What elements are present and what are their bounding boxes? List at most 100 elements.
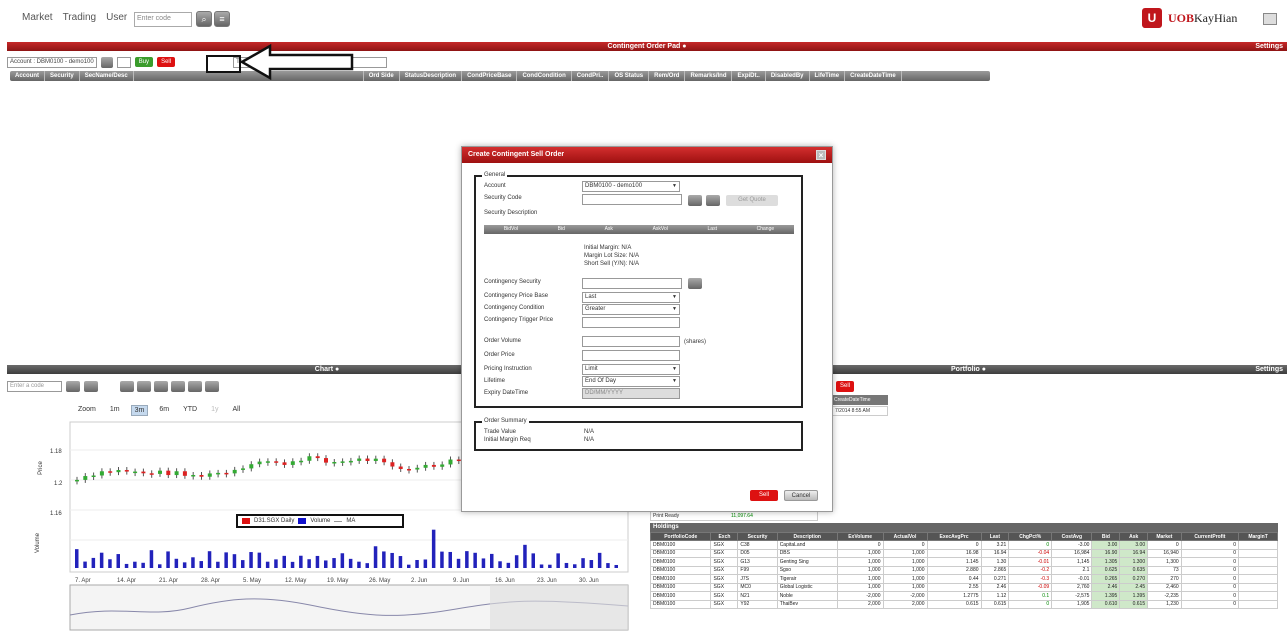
holdings-col-11[interactable]: Ask (1119, 532, 1149, 541)
portfolio-sell-button[interactable]: Sell (836, 381, 855, 392)
holdings-col-4[interactable]: ExVolume (836, 532, 884, 541)
menu-user[interactable]: User (106, 12, 127, 23)
holdings-col-0[interactable]: PortfolioCode (649, 532, 712, 541)
col-ord-side[interactable]: Ord Side (364, 71, 400, 81)
table-row[interactable]: DBM0100 SGX Y92 ThaiBev 2,000 2,000 0.615 0.615… (649, 599, 1278, 609)
chart-tool-1-icon[interactable] (120, 381, 134, 392)
condition-select[interactable]: Greater (582, 304, 680, 315)
zoom-1m[interactable]: 1m (107, 405, 123, 416)
holdings-col-6[interactable]: ExecAvgPrc (926, 532, 982, 541)
navigator-window[interactable] (490, 585, 628, 630)
settings-link[interactable]: Settings (1255, 42, 1283, 51)
annotation-arrow-icon (240, 44, 354, 80)
table-row[interactable]: DBM0100 SGX C38 CapitaLand 0 0 0 3.21 0 -3.00 3.00… (649, 540, 1278, 550)
table-cell: 1,145 (1051, 557, 1093, 567)
sell-button[interactable]: Sell (157, 57, 176, 67)
table-row[interactable]: DBM0100 SGX MC0 Global Logistic 1,000 1,000 2.… (649, 582, 1278, 592)
trigger-price-input[interactable] (582, 317, 680, 328)
candle (357, 458, 362, 461)
table-row[interactable]: DBM0100 SGX F99 Sgso 1,000 1,000 2.880 2.865 -0.… (649, 565, 1278, 575)
buy-button[interactable]: Buy (134, 57, 154, 67)
chart-tool-3-icon[interactable] (154, 381, 168, 392)
zoom-all[interactable]: All (230, 405, 244, 416)
chart-list-icon[interactable] (84, 381, 98, 392)
col-cond-price-base[interactable]: CondPriceBase (462, 71, 518, 81)
expiry-input[interactable]: DD/MM/YYYY (582, 388, 680, 399)
chart-search-icon[interactable] (66, 381, 80, 392)
get-quote-button[interactable]: Get Quote (726, 195, 778, 206)
table-row[interactable]: DBM0100 SGX N21 Noble -2,000 -2,000 1.2775 1.12… (649, 591, 1278, 601)
col-rem-ord[interactable]: Rem/Ord (649, 71, 686, 81)
chart-tool-2-icon[interactable] (137, 381, 151, 392)
user-account-icon[interactable] (1263, 13, 1277, 25)
table-row[interactable]: DBM0100 SGX D05 DBS 1,000 1,000 16.98 16.94 -0.0… (649, 548, 1278, 558)
blank-field[interactable] (116, 56, 131, 68)
price-base-select[interactable]: Last (582, 292, 680, 303)
candle (390, 462, 395, 467)
table-row[interactable]: DBM0100 SGX J7S Tigerair 1,000 1,000 0.44 0.271… (649, 574, 1278, 584)
search-icon[interactable]: ⌕ (196, 11, 212, 27)
security-search-icon[interactable] (688, 195, 702, 206)
col-secname[interactable]: SecName/Desc (80, 71, 134, 81)
refresh-icon[interactable] (100, 56, 113, 68)
col-expiry[interactable]: ExpiDt.. (732, 71, 766, 81)
security-list-icon[interactable] (706, 195, 720, 206)
holdings-col-7[interactable]: Last (980, 532, 1010, 541)
holdings-col-10[interactable]: Bid (1091, 532, 1121, 541)
order-price-input[interactable] (582, 350, 680, 361)
x-tick-label: 14. Apr (117, 578, 136, 584)
contingency-security-input[interactable] (582, 278, 682, 289)
col-cond-condition[interactable]: CondCondition (517, 71, 572, 81)
candle (191, 475, 196, 477)
order-volume-input[interactable] (582, 336, 680, 347)
dialog-cancel-button[interactable]: Cancel (784, 490, 818, 501)
zoom-1y[interactable]: 1y (208, 405, 221, 416)
holdings-col-2[interactable]: Security (737, 532, 778, 541)
portfolio-settings-link[interactable]: Settings (1255, 365, 1283, 374)
chart-tool-5-icon[interactable] (188, 381, 202, 392)
holdings-col-1[interactable]: Exch (710, 532, 739, 541)
dialog-sell-button[interactable]: Sell (750, 490, 778, 501)
quote-search-input[interactable]: Enter code (134, 12, 192, 27)
account-select[interactable]: DBM0100 - demo100 (582, 181, 680, 192)
list-icon[interactable]: ≡ (214, 11, 230, 27)
holdings-col-13[interactable]: CurrentProfit (1180, 532, 1240, 541)
col-cond-price[interactable]: CondPri.. (572, 71, 610, 81)
zoom-ytd[interactable]: YTD (180, 405, 200, 416)
chart-tool-6-icon[interactable] (205, 381, 219, 392)
holdings-col-5[interactable]: ActualVol (882, 532, 928, 541)
table-cell: 1,300 (1147, 557, 1182, 567)
close-icon[interactable]: × (816, 150, 826, 160)
col-security[interactable]: Security (45, 71, 80, 81)
col-os-status[interactable]: OS Status (609, 71, 650, 81)
qh-change: Change (756, 226, 775, 232)
legend-ma[interactable]: MA (346, 518, 355, 524)
holdings-col-12[interactable]: Market (1147, 532, 1182, 541)
holdings-col-3[interactable]: Description (776, 532, 838, 541)
zoom-6m[interactable]: 6m (156, 405, 172, 416)
table-cell: SGX (710, 582, 739, 592)
zoom-3m[interactable]: 3m (130, 405, 149, 416)
pricing-select[interactable]: Limit (582, 364, 680, 375)
holdings-col-9[interactable]: CostAvg (1051, 532, 1093, 541)
col-lifetime[interactable]: LifeTime (810, 71, 846, 81)
security-code-input[interactable] (582, 194, 682, 205)
col-remarks[interactable]: Remarks/Ind (685, 71, 733, 81)
table-cell: 1,000 (882, 582, 928, 592)
chart-code-input[interactable]: Enter a code (7, 381, 62, 392)
menu-trading[interactable]: Trading (63, 12, 97, 23)
holdings-col-14[interactable]: MarginT (1238, 532, 1278, 541)
holdings-col-8[interactable]: ChgPct% (1008, 532, 1053, 541)
account-select[interactable]: Account : DBM0100 - demo100 (7, 56, 97, 68)
table-row[interactable]: DBM0100 SGX G13 Genting Sing 1,000 1,000 1.145… (649, 557, 1278, 567)
contingency-search-icon[interactable] (688, 278, 702, 289)
col-account[interactable]: Account (10, 71, 45, 81)
lifetime-select[interactable]: End Of Day (582, 376, 680, 387)
chart-tool-4-icon[interactable] (171, 381, 185, 392)
legend-daily[interactable]: D31.SGX Daily (254, 518, 294, 524)
col-status-desc[interactable]: StatusDescription (400, 71, 463, 81)
col-disabled-by[interactable]: DisabledBy (766, 71, 810, 81)
legend-volume[interactable]: Volume (310, 518, 330, 524)
menu-market[interactable]: Market (22, 12, 53, 23)
col-create-datetime[interactable]: CreateDateTime (845, 71, 902, 81)
